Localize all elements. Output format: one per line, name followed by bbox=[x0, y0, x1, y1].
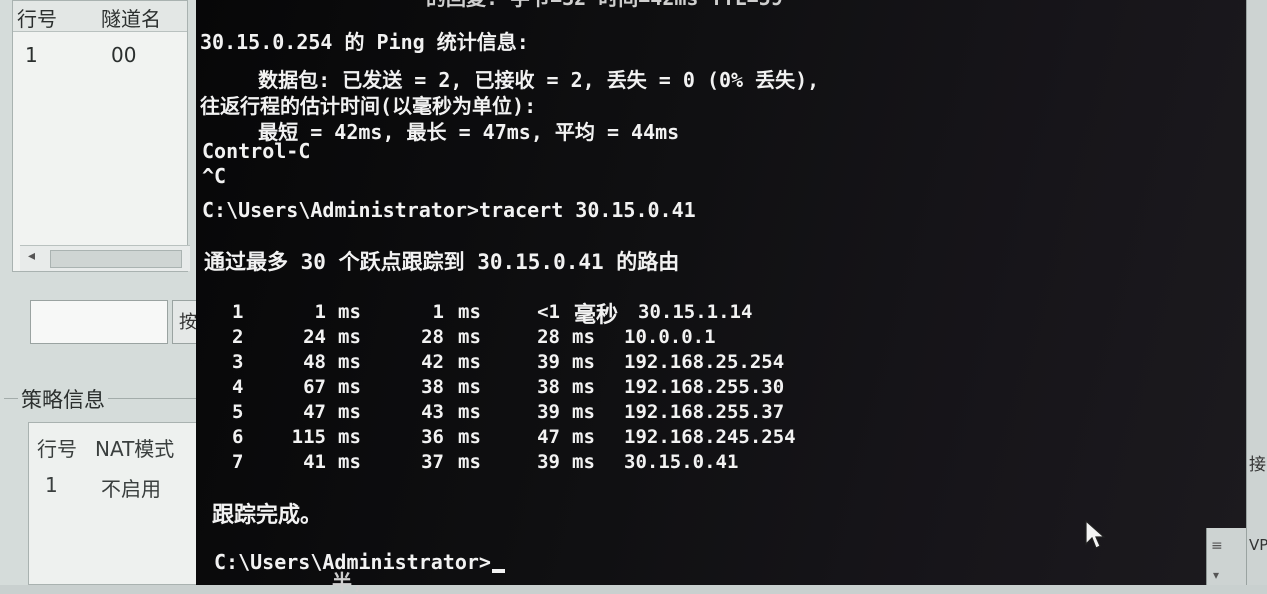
hop-time-3: 39 bbox=[537, 451, 560, 473]
tunnel-table-header: 行号 隧道名 bbox=[13, 1, 187, 32]
hop-time-3: 39 bbox=[537, 351, 560, 373]
hop-num: 6 bbox=[232, 426, 244, 448]
mouse-pointer-icon bbox=[1085, 520, 1106, 549]
cut-off-bottom-text: 半, bbox=[332, 570, 365, 594]
hop-unit-2: ms bbox=[458, 376, 481, 398]
tunnel-table: 行号 隧道名 1 00 bbox=[12, 0, 188, 272]
policy-table: 行号 NAT模式 1 不启用 bbox=[28, 422, 200, 585]
hop-time-1: 67 bbox=[303, 376, 326, 398]
hop-time-2: 28 bbox=[421, 326, 444, 348]
hop-unit-1: ms bbox=[338, 451, 361, 473]
tracert-command-line: C:\Users\Administrator>tracert 30.15.0.4… bbox=[202, 198, 696, 222]
nat-mode-cell: 不启用 bbox=[101, 477, 161, 501]
hop-unit-2: ms bbox=[458, 401, 481, 423]
hop-address: 192.168.255.37 bbox=[624, 401, 785, 423]
hop-time-1: 41 bbox=[303, 451, 326, 473]
scrollbar-thumb[interactable] bbox=[50, 250, 182, 268]
hop-unit-1: ms bbox=[338, 401, 361, 423]
hop-unit-2: ms bbox=[458, 426, 481, 448]
hop-num: 3 bbox=[232, 351, 244, 373]
menu-lines-icon[interactable]: ≡ bbox=[1211, 538, 1223, 554]
scroll-down-arrow-icon[interactable]: ▾ bbox=[1213, 568, 1219, 582]
text-cursor bbox=[491, 569, 505, 573]
hop-unit-2: ms bbox=[458, 301, 481, 323]
hop-unit-3: ms bbox=[572, 326, 595, 348]
hop-unit-1: ms bbox=[338, 301, 361, 323]
hop-time-1: 48 bbox=[303, 351, 326, 373]
hop-num: 4 bbox=[232, 376, 244, 398]
hop-address: 192.168.245.254 bbox=[624, 426, 796, 448]
hop-time-2: 36 bbox=[421, 426, 444, 448]
hop-unit-3: ms bbox=[572, 426, 595, 448]
hop-unit-1: ms bbox=[338, 376, 361, 398]
text-input[interactable] bbox=[30, 300, 168, 344]
hop-time-3: 28 bbox=[537, 326, 560, 348]
column-header-row-number[interactable]: 行号 bbox=[17, 3, 57, 32]
hop-unit-3: ms bbox=[572, 451, 595, 473]
hop-time-1: 24 bbox=[303, 326, 326, 348]
policy-group-title: 策略信息 bbox=[18, 384, 108, 414]
ctrl-c-echo-line: ^C bbox=[202, 164, 227, 188]
hop-unit-2: ms bbox=[458, 326, 481, 348]
tunnel-name-cell: 00 bbox=[111, 43, 137, 67]
column-header-tunnel-name[interactable]: 隧道名 bbox=[101, 3, 161, 32]
right-config-panel: 接 VP bbox=[1246, 0, 1267, 585]
ping-stats-title: 30.15.0.254 的 Ping 统计信息: bbox=[200, 30, 529, 54]
hop-unit-2: ms bbox=[458, 351, 481, 373]
hop-time-3: 39 bbox=[537, 401, 560, 423]
horizontal-scrollbar[interactable]: ◂ bbox=[20, 245, 190, 271]
hop-time-3: 47 bbox=[537, 426, 560, 448]
hop-time-3: <1 bbox=[537, 301, 560, 323]
right-panel-label: 接 bbox=[1249, 455, 1266, 475]
hop-unit-3: ms bbox=[572, 376, 595, 398]
control-c-line: Control-C bbox=[202, 139, 311, 163]
hop-num: 5 bbox=[232, 401, 244, 423]
hop-num: 7 bbox=[232, 451, 244, 473]
hop-time-2: 38 bbox=[421, 376, 444, 398]
hop-time-3: 38 bbox=[537, 376, 560, 398]
scroll-left-arrow-icon[interactable]: ◂ bbox=[28, 248, 35, 264]
hop-unit-1: ms bbox=[338, 351, 361, 373]
hop-time-1: 115 bbox=[291, 426, 326, 448]
tracert-header-line: 通过最多 30 个跃点跟踪到 30.15.0.41 的路由 bbox=[204, 250, 680, 274]
left-config-panel: 行号 隧道名 1 00 ◂ 按 策略信息 行号 NAT模式 1 不启用 bbox=[0, 0, 200, 585]
cut-off-reply-line: 的回复: 字节=32 时间=42ms TTL=59 bbox=[426, 0, 783, 10]
hop-unit-1: ms bbox=[338, 426, 361, 448]
hop-address: 10.0.0.1 bbox=[624, 326, 716, 348]
hop-time-1: 47 bbox=[303, 401, 326, 423]
hop-address: 30.15.1.14 bbox=[638, 301, 753, 323]
hop-unit-1: ms bbox=[338, 326, 361, 348]
hop-time-2: 37 bbox=[421, 451, 444, 473]
vpn-label: VP bbox=[1249, 536, 1267, 554]
right-scroll-area: ≡ ▾ bbox=[1206, 528, 1247, 585]
column-header-nat-mode[interactable]: NAT模式 bbox=[95, 433, 174, 462]
hop-address: 30.15.0.41 bbox=[624, 451, 739, 473]
trace-complete-line: 跟踪完成。 bbox=[212, 503, 323, 528]
hop-time-2: 42 bbox=[421, 351, 444, 373]
row-number-cell: 1 bbox=[45, 473, 58, 497]
hop-num: 1 bbox=[232, 301, 244, 323]
hop-time-1: 1 bbox=[314, 301, 326, 323]
column-header-row-number[interactable]: 行号 bbox=[37, 433, 77, 462]
hop-unit-3: ms bbox=[572, 351, 595, 373]
command-prompt-window[interactable]: 的回复: 字节=32 时间=42ms TTL=59 30.15.0.254 的 … bbox=[196, 0, 1246, 594]
hop-address: 192.168.25.254 bbox=[624, 351, 785, 373]
hop-address: 192.168.255.30 bbox=[624, 376, 785, 398]
hop-unit-3: 毫秒 bbox=[574, 303, 619, 328]
hop-unit-3: ms bbox=[572, 401, 595, 423]
hop-time-2: 43 bbox=[421, 401, 444, 423]
hop-unit-2: ms bbox=[458, 451, 481, 473]
hop-num: 2 bbox=[232, 326, 244, 348]
hop-time-2: 1 bbox=[432, 301, 444, 323]
row-number-cell: 1 bbox=[25, 43, 38, 67]
rtt-header-line: 往返行程的估计时间(以毫秒为单位): bbox=[200, 94, 537, 118]
ping-packets-line: 数据包: 已发送 = 2, 已接收 = 2, 丢失 = 0 (0% 丢失), bbox=[210, 68, 820, 92]
